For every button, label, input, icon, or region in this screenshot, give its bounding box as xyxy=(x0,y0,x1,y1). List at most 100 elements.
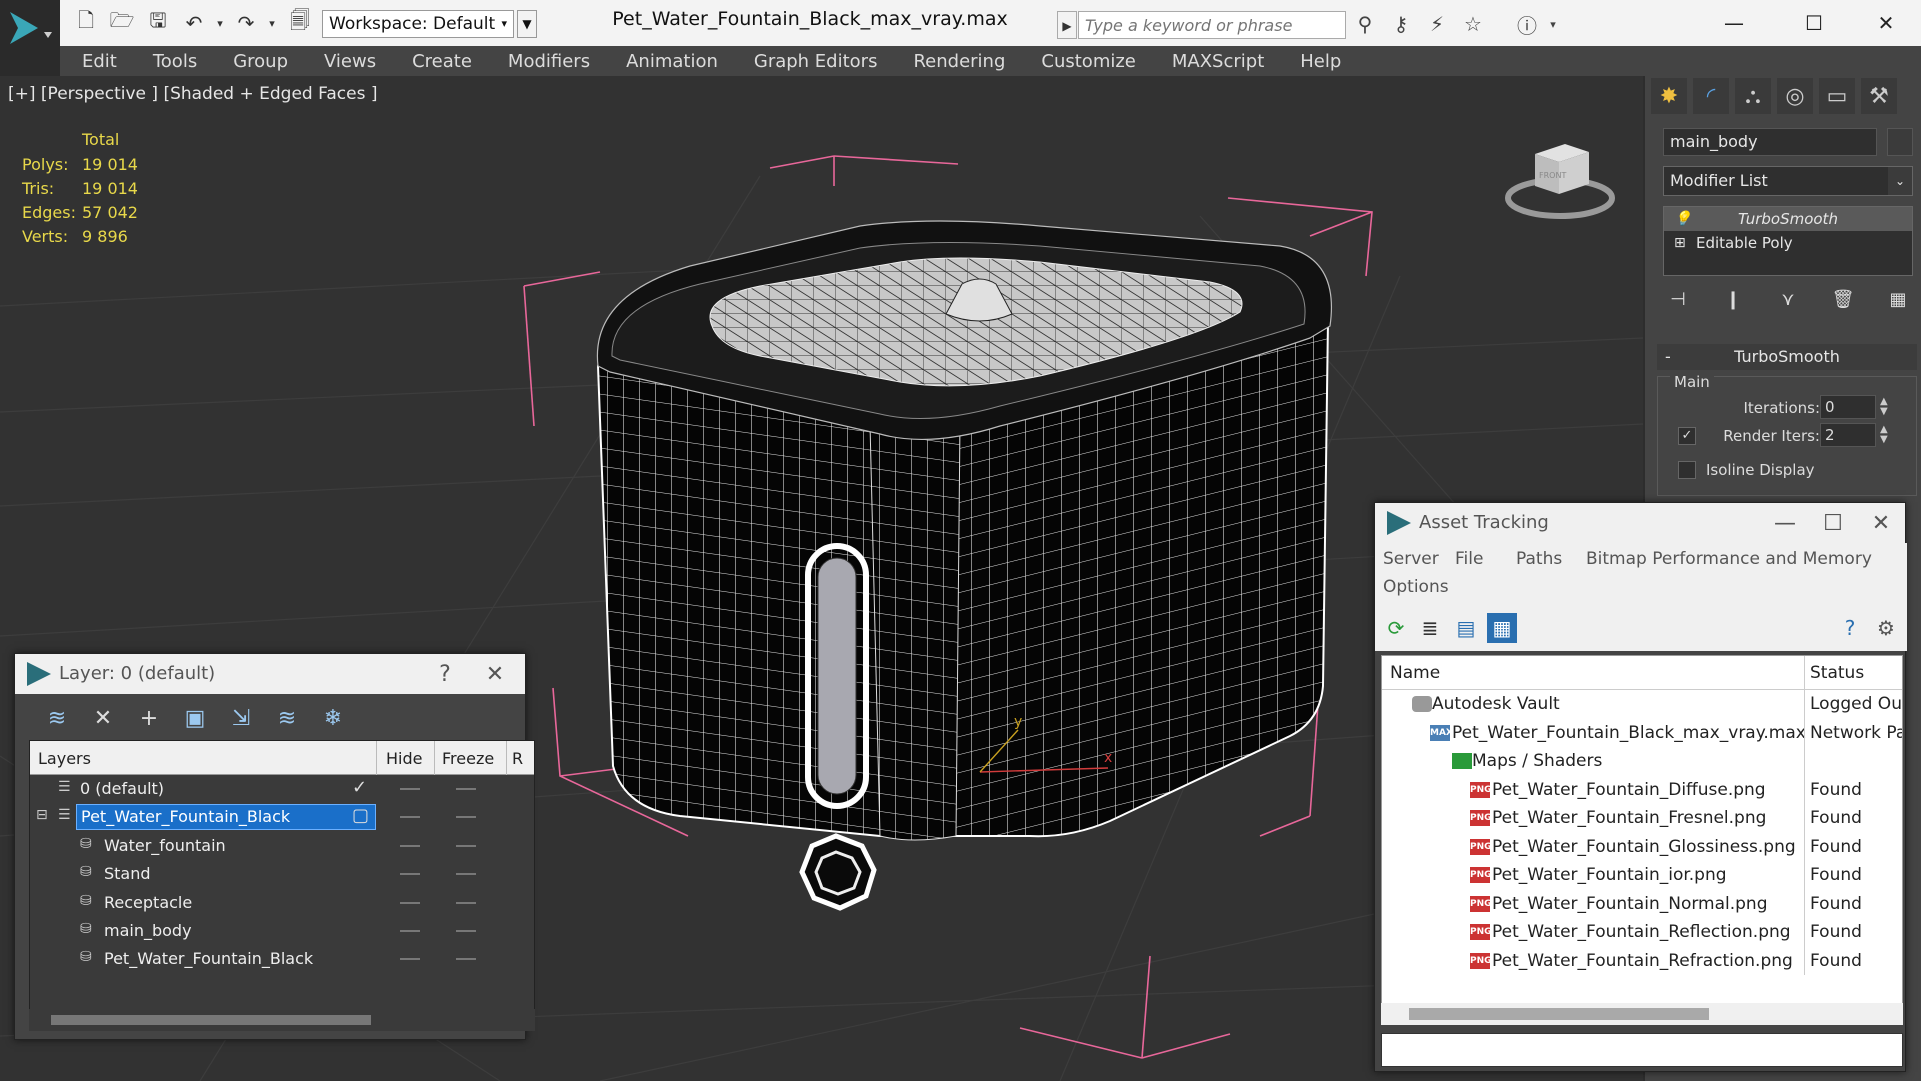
hide-toggle[interactable] xyxy=(400,901,420,904)
modifier-list-dropdown[interactable]: Modifier List ⌄ xyxy=(1663,166,1913,196)
communication-icon[interactable]: ⚡ xyxy=(1422,10,1452,38)
viewport-label[interactable]: [+] [Perspective ] [Shaded + Edged Faces… xyxy=(8,84,377,104)
hide-all-layers-icon[interactable]: ≋ xyxy=(271,702,303,734)
menu-animation[interactable]: Animation xyxy=(608,51,736,72)
asset-row[interactable]: PNG Pet_Water_Fountain_Fresnel.png Found xyxy=(1382,804,1902,833)
iterations-spinner[interactable]: 0 xyxy=(1820,395,1876,419)
asset-row[interactable]: MAX Pet_Water_Fountain_Black_max_vray.max… xyxy=(1382,718,1902,747)
favorites-star-icon[interactable]: ☆ xyxy=(1458,10,1488,38)
make-current-icon[interactable]: ▢ xyxy=(352,805,369,826)
menu-bitmap-performance[interactable]: Bitmap Performance and Memory xyxy=(1586,549,1872,569)
create-layer-icon[interactable]: ≋ xyxy=(41,702,73,734)
maximize-icon[interactable]: ☐ xyxy=(1784,6,1844,40)
menu-group[interactable]: Group xyxy=(215,51,306,72)
menu-paths[interactable]: Paths xyxy=(1516,549,1562,569)
dialog-title-bar[interactable]: Asset Tracking — ☐ ✕ xyxy=(1375,503,1905,543)
lightbulb-icon[interactable]: 💡 xyxy=(1674,207,1691,231)
menu-edit[interactable]: Edit xyxy=(60,51,135,72)
settings-icon[interactable]: ⚙ xyxy=(1871,613,1901,643)
list-view-icon[interactable]: ≣ xyxy=(1415,613,1445,643)
app-logo-icon[interactable] xyxy=(0,0,60,60)
column-freeze[interactable]: Freeze xyxy=(442,749,494,768)
freeze-toggle[interactable] xyxy=(456,901,476,904)
object-color-swatch[interactable] xyxy=(1887,128,1913,156)
utilities-tab-icon[interactable]: ⚒ xyxy=(1861,78,1897,114)
redo-dropdown-icon[interactable]: ▾ xyxy=(258,10,286,36)
search-expand-icon[interactable]: ▶ xyxy=(1057,11,1077,39)
asset-row[interactable]: PNG Pet_Water_Fountain_Reflection.png Foun… xyxy=(1382,918,1902,947)
rollout-header[interactable]: - TurboSmooth xyxy=(1657,344,1917,370)
menu-create[interactable]: Create xyxy=(394,51,490,72)
close-icon[interactable]: ✕ xyxy=(1856,6,1916,40)
binoculars-icon[interactable]: ⚲ xyxy=(1350,10,1380,38)
hide-toggle[interactable] xyxy=(400,788,420,790)
undo-dropdown-icon[interactable]: ▾ xyxy=(206,10,234,36)
close-icon[interactable]: ✕ xyxy=(475,658,515,690)
scrollbar-thumb[interactable] xyxy=(51,1015,371,1025)
pin-stack-icon[interactable]: ⊣ xyxy=(1663,289,1693,310)
hide-toggle[interactable] xyxy=(400,958,420,961)
collapse-minus-icon[interactable]: ⊟ xyxy=(36,807,48,823)
close-icon[interactable]: ✕ xyxy=(1861,507,1901,539)
maximize-icon[interactable]: ☐ xyxy=(1813,507,1853,539)
workspace-more-icon[interactable]: ▼ xyxy=(517,10,537,38)
asset-row[interactable]: PNG Pet_Water_Fountain_Glossiness.png Foun… xyxy=(1382,832,1902,861)
save-file-icon[interactable]: 🖫 xyxy=(144,8,172,36)
object-row[interactable]: ⛁ Water_fountain xyxy=(30,831,534,861)
menu-server[interactable]: Server xyxy=(1383,549,1439,569)
delete-layer-icon[interactable]: ✕ xyxy=(87,702,119,734)
workspace-selector[interactable]: Workspace: Default ▾ xyxy=(322,10,514,38)
remove-modifier-icon[interactable]: 🗑 xyxy=(1828,289,1858,310)
asset-row[interactable]: Maps / Shaders xyxy=(1382,747,1902,776)
menu-maxscript[interactable]: MAXScript xyxy=(1154,51,1282,72)
freeze-toggle[interactable] xyxy=(456,873,476,876)
horizontal-scrollbar[interactable] xyxy=(1381,1003,1903,1025)
layer-row[interactable]: ☰ 0 (default) ✓ xyxy=(30,775,534,804)
object-row[interactable]: ⛁ Stand xyxy=(30,860,534,889)
project-folder-icon[interactable]: 🗐 xyxy=(286,8,314,36)
menu-tools[interactable]: Tools xyxy=(135,51,215,72)
freeze-toggle[interactable] xyxy=(456,844,476,847)
minimize-icon[interactable]: — xyxy=(1765,507,1805,539)
render-iters-checkbox[interactable]: ✓ xyxy=(1678,427,1696,445)
object-row[interactable]: ⛁ main_body xyxy=(30,916,534,946)
select-in-layer-icon[interactable]: ▣ xyxy=(179,702,211,734)
scrollbar-thumb[interactable] xyxy=(1409,1008,1709,1020)
asset-row[interactable]: PNG Pet_Water_Fountain_Refraction.png Foun… xyxy=(1382,946,1902,975)
expand-plus-icon[interactable]: ⊞ xyxy=(1674,231,1686,255)
isoline-checkbox[interactable] xyxy=(1678,461,1696,479)
asset-row[interactable]: PNG Pet_Water_Fountain_ior.png Found xyxy=(1382,861,1902,890)
hide-toggle[interactable] xyxy=(400,816,420,819)
make-unique-icon[interactable]: ⋎ xyxy=(1773,289,1803,310)
help-dropdown-icon[interactable]: ▾ xyxy=(1538,10,1568,38)
add-to-layer-icon[interactable]: + xyxy=(133,702,165,734)
highlight-layer-icon[interactable]: ⇲ xyxy=(225,702,257,734)
dialog-title-bar[interactable]: Layer: 0 (default) ? ✕ xyxy=(15,654,525,694)
viewcube-icon[interactable]: FRONT xyxy=(1505,126,1615,226)
configure-modifier-sets-icon[interactable]: ▦ xyxy=(1883,289,1913,310)
menu-modifiers[interactable]: Modifiers xyxy=(490,51,608,72)
menu-file[interactable]: File xyxy=(1455,549,1483,569)
thumbnail-view-icon[interactable]: ▤ xyxy=(1451,613,1481,643)
hide-toggle[interactable] xyxy=(400,873,420,876)
menu-customize[interactable]: Customize xyxy=(1023,51,1153,72)
freeze-toggle[interactable] xyxy=(456,929,476,932)
column-layers[interactable]: Layers xyxy=(38,749,91,768)
menu-rendering[interactable]: Rendering xyxy=(895,51,1023,72)
freeze-toggle[interactable] xyxy=(456,958,476,961)
stack-item-editable-poly[interactable]: ⊞ Editable Poly xyxy=(1664,231,1912,255)
freeze-toggle[interactable] xyxy=(456,816,476,819)
render-iters-spinner[interactable]: 2 xyxy=(1820,423,1876,447)
hierarchy-tab-icon[interactable]: ⛬ xyxy=(1735,78,1771,114)
modify-tab-icon[interactable]: ◜ xyxy=(1693,78,1729,114)
asset-path-field[interactable] xyxy=(1381,1033,1903,1067)
horizontal-scrollbar[interactable] xyxy=(29,1009,535,1031)
asset-row[interactable]: PNG Pet_Water_Fountain_Diffuse.png Found xyxy=(1382,775,1902,804)
create-tab-icon[interactable]: ✸ xyxy=(1651,78,1687,114)
menu-options[interactable]: Options xyxy=(1383,577,1449,597)
menu-help[interactable]: Help xyxy=(1282,51,1359,72)
freeze-toggle[interactable] xyxy=(456,788,476,790)
motion-tab-icon[interactable]: ◎ xyxy=(1777,78,1813,114)
layer-row[interactable]: ⊟ ☰ Pet_Water_Fountain_Black ▢ xyxy=(30,803,534,832)
spinner-arrows-icon[interactable]: ▲ ▼ xyxy=(1880,425,1888,445)
